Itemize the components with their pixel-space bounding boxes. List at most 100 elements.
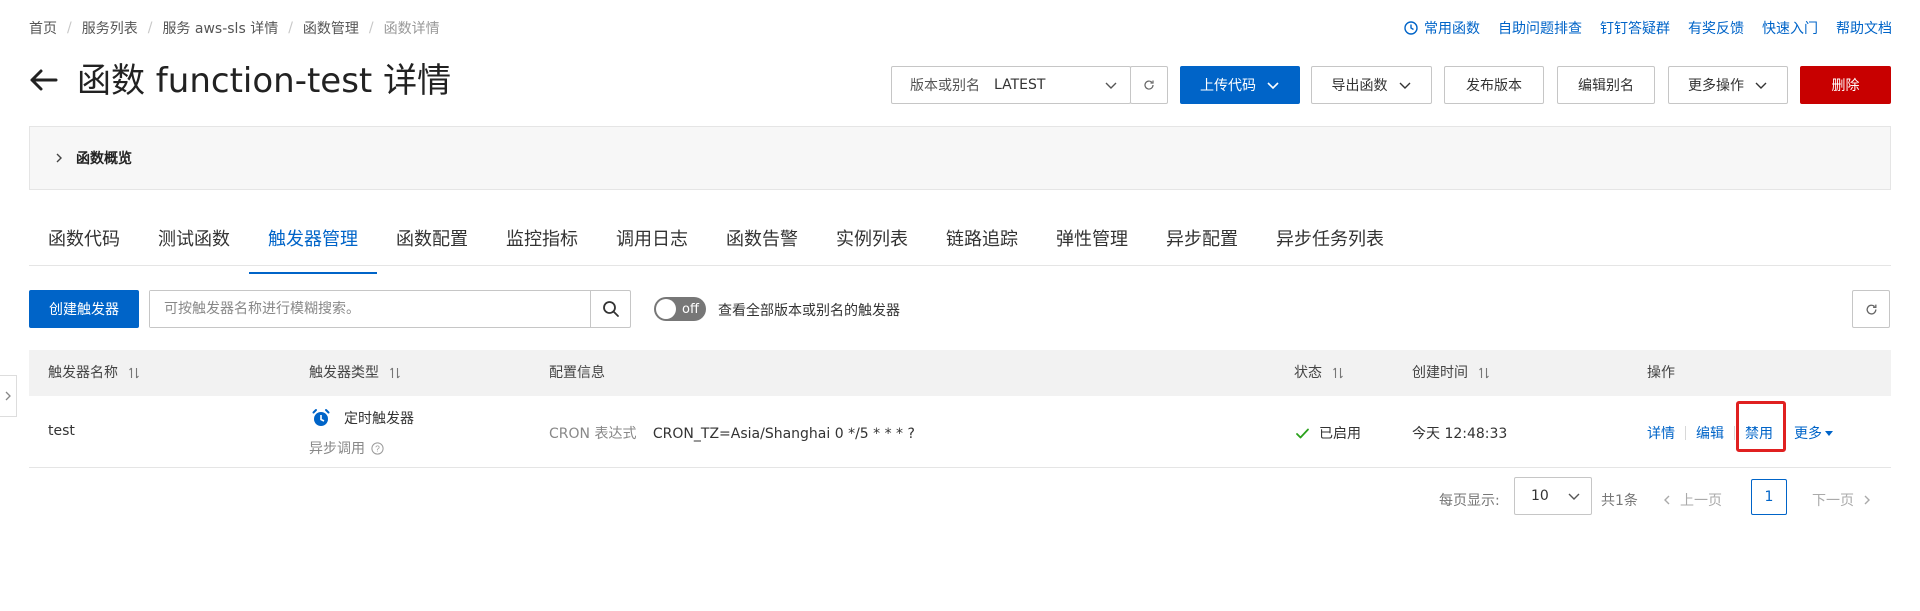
tab-function-code[interactable]: 函数代码 <box>29 222 139 265</box>
sidebar-expand-handle[interactable] <box>0 375 17 417</box>
breadcrumb-separator: / <box>147 20 153 36</box>
column-header-type[interactable]: 触发器类型 <box>309 350 401 396</box>
next-page-button[interactable]: 下一页 <box>1812 490 1872 510</box>
breadcrumb-separator: / <box>67 20 72 36</box>
breadcrumb: 首页 / 服务列表 / 服务 aws-sls 详情 / 函数管理 / 函数详情 <box>29 18 440 38</box>
trigger-type: 定时触发器 <box>344 411 414 427</box>
tab-async-config[interactable]: 异步配置 <box>1147 222 1257 265</box>
edit-link[interactable]: 编辑 <box>1696 423 1724 443</box>
column-type-label: 触发器类型 <box>309 365 379 381</box>
table-header: 触发器名称 触发器类型 配置信息 状态 创建时间 操作 <box>29 350 1891 396</box>
per-page-value: 10 <box>1531 488 1549 504</box>
tab-test-function[interactable]: 测试函数 <box>139 222 249 265</box>
trigger-config-cell: CRON 表达式 CRON_TZ=Asia/Shanghai 0 */5 * *… <box>549 423 915 443</box>
table-refresh-button[interactable] <box>1852 290 1890 328</box>
detail-link[interactable]: 详情 <box>1647 423 1675 443</box>
self-check-link[interactable]: 自助问题排查 <box>1498 18 1582 38</box>
highlight-box <box>1736 401 1786 452</box>
back-arrow-icon[interactable] <box>28 64 60 96</box>
trigger-name: test <box>48 423 75 439</box>
trigger-created-time: 今天 12:48:33 <box>1412 426 1508 442</box>
svg-text:?: ? <box>375 443 380 453</box>
breadcrumb-function-management[interactable]: 函数管理 <box>303 18 359 38</box>
divider <box>1685 426 1686 440</box>
feedback-link[interactable]: 有奖反馈 <box>1688 18 1744 38</box>
chevron-down-icon <box>1754 78 1768 92</box>
version-alias-value: LATEST <box>994 77 1046 93</box>
edit-alias-button[interactable]: 编辑别名 <box>1557 66 1655 104</box>
version-refresh-button[interactable] <box>1130 66 1168 104</box>
column-header-ops: 操作 <box>1647 350 1675 396</box>
tab-monitoring[interactable]: 监控指标 <box>487 222 597 265</box>
per-page-select[interactable]: 10 <box>1514 477 1592 515</box>
chevron-right-icon <box>54 152 64 164</box>
breadcrumb-service-detail[interactable]: 服务 aws-sls 详情 <box>162 18 278 38</box>
sort-icon <box>1332 367 1344 379</box>
tab-async-task-list[interactable]: 异步任务列表 <box>1257 222 1403 265</box>
divider <box>1734 426 1735 440</box>
breadcrumb-service-list[interactable]: 服务列表 <box>82 18 138 38</box>
function-overview-label: 函数概览 <box>76 151 132 167</box>
create-trigger-label: 创建触发器 <box>49 302 119 318</box>
tab-trigger-management[interactable]: 触发器管理 <box>249 222 377 274</box>
version-alias-label: 版本或别名 <box>910 78 980 94</box>
alarm-clock-icon <box>312 409 330 426</box>
breadcrumb-separator: / <box>288 20 293 36</box>
sort-icon <box>128 367 140 379</box>
quickstart-link[interactable]: 快速入门 <box>1762 18 1818 38</box>
refresh-icon <box>1866 304 1876 315</box>
breadcrumb-separator: / <box>368 20 374 36</box>
publish-version-button[interactable]: 发布版本 <box>1444 66 1544 104</box>
column-header-status[interactable]: 状态 <box>1294 350 1344 396</box>
breadcrumb-home[interactable]: 首页 <box>29 18 57 38</box>
upload-code-label: 上传代码 <box>1200 78 1256 94</box>
chevron-down-icon <box>1398 78 1412 92</box>
sort-icon <box>389 367 401 379</box>
edit-alias-label: 编辑别名 <box>1578 78 1634 94</box>
tab-function-alerts[interactable]: 函数告警 <box>707 222 817 265</box>
search-icon <box>602 301 619 317</box>
per-page-label: 每页显示: <box>1439 493 1500 509</box>
config-value: CRON_TZ=Asia/Shanghai 0 */5 * * * ? <box>652 426 915 442</box>
trigger-search-input[interactable] <box>150 291 590 327</box>
create-trigger-button[interactable]: 创建触发器 <box>29 290 139 328</box>
page-title: 函数 function-test 详情 <box>77 61 452 101</box>
next-page-label: 下一页 <box>1812 493 1854 509</box>
more-label: 更多 <box>1794 426 1822 442</box>
tab-elastic-management[interactable]: 弹性管理 <box>1037 222 1147 265</box>
all-versions-toggle-label: 查看全部版本或别名的触发器 <box>718 303 900 319</box>
more-actions-button[interactable]: 更多操作 <box>1668 66 1788 104</box>
prev-page-button[interactable]: 上一页 <box>1662 490 1722 510</box>
table-row: test 定时触发器 异步调用 ? CRON 表达式 CRON_TZ=Asia/… <box>29 396 1891 468</box>
column-header-name[interactable]: 触发器名称 <box>48 350 140 396</box>
check-icon <box>1296 428 1309 438</box>
sort-icon <box>1478 367 1490 379</box>
upload-code-button[interactable]: 上传代码 <box>1180 66 1300 104</box>
column-name-label: 触发器名称 <box>48 365 118 381</box>
more-link[interactable]: 更多 <box>1794 423 1834 443</box>
column-ops-label: 操作 <box>1647 365 1675 381</box>
search-button[interactable] <box>590 291 630 327</box>
help-icon[interactable]: ? <box>371 441 384 455</box>
version-alias-select[interactable]: 版本或别名 LATEST <box>891 66 1131 104</box>
all-versions-toggle[interactable]: off <box>654 297 706 321</box>
export-function-button[interactable]: 导出函数 <box>1311 66 1432 104</box>
chevron-down-icon <box>1567 489 1581 507</box>
current-page-button[interactable]: 1 <box>1751 479 1787 515</box>
dingtalk-link[interactable]: 钉钉答疑群 <box>1600 18 1670 38</box>
function-overview-panel[interactable]: 函数概览 <box>29 126 1891 190</box>
trigger-status-cell: 已启用 <box>1295 423 1361 443</box>
chevron-left-icon <box>1664 495 1670 505</box>
trigger-subtype: 异步调用 <box>309 441 365 457</box>
prev-page-label: 上一页 <box>1680 493 1722 509</box>
tab-invocation-logs[interactable]: 调用日志 <box>597 222 707 265</box>
tab-tracing[interactable]: 链路追踪 <box>927 222 1037 265</box>
delete-button[interactable]: 删除 <box>1800 66 1891 104</box>
column-header-config: 配置信息 <box>549 350 605 396</box>
column-header-created[interactable]: 创建时间 <box>1412 350 1490 396</box>
tab-function-config[interactable]: 函数配置 <box>377 222 487 265</box>
frequent-functions-link[interactable]: 常用函数 <box>1404 18 1480 38</box>
tab-instance-list[interactable]: 实例列表 <box>817 222 927 265</box>
help-docs-link[interactable]: 帮助文档 <box>1836 18 1892 38</box>
trigger-subtype-cell: 异步调用 ? <box>309 438 384 458</box>
